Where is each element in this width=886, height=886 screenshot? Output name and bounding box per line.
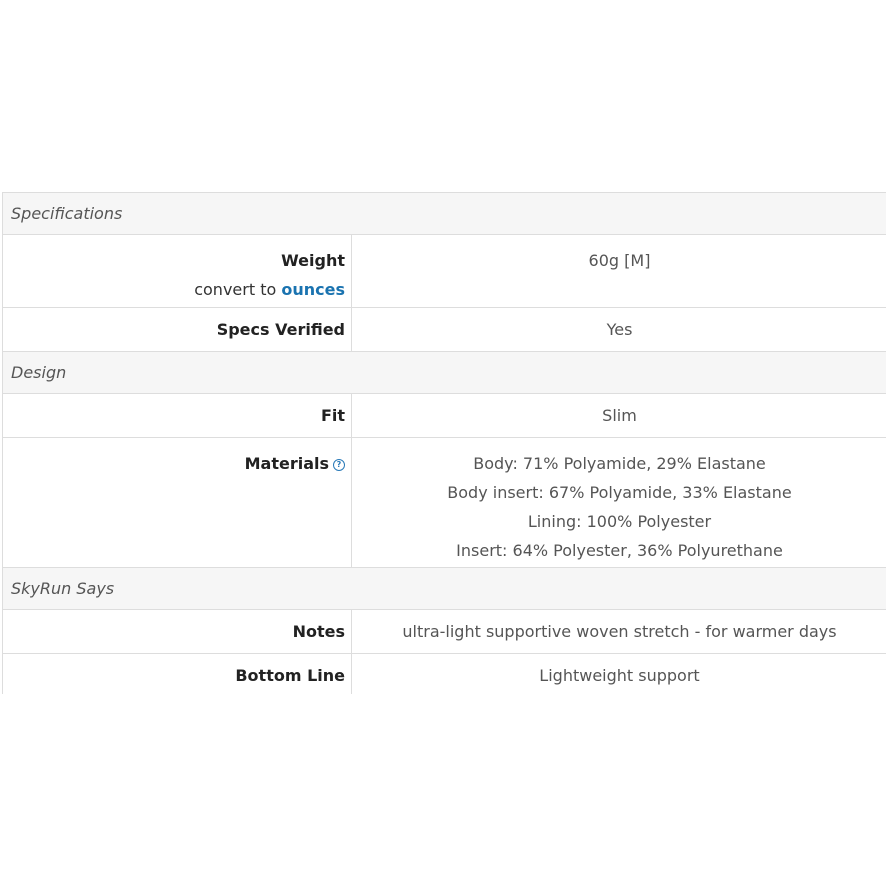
specs-table: Specifications Weight convert to ounces … bbox=[2, 192, 886, 694]
row-value: 60g [M] bbox=[588, 251, 651, 270]
row-label: Bottom Line bbox=[235, 666, 345, 685]
convert-units: convert to ounces bbox=[3, 275, 345, 304]
row-value: ultra-light supportive woven stretch - f… bbox=[402, 622, 837, 641]
row-label-cell: Fit bbox=[3, 394, 352, 437]
row-label: Notes bbox=[292, 622, 345, 641]
help-icon[interactable]: ? bbox=[333, 459, 345, 471]
material-line: Insert: 64% Polyester, 36% Polyurethane bbox=[456, 541, 783, 560]
section-header-design: Design bbox=[3, 352, 886, 394]
table-row-fit: Fit Slim bbox=[3, 394, 886, 438]
convert-prefix: convert to bbox=[194, 280, 277, 299]
convert-ounces-link[interactable]: ounces bbox=[281, 280, 345, 299]
row-label-cell: Weight convert to ounces bbox=[3, 235, 352, 307]
table-row-specs-verified: Specs Verified Yes bbox=[3, 308, 886, 352]
row-label-cell: Notes bbox=[3, 610, 352, 653]
table-row-materials: Materials? Body: 71% Polyamide, 29% Elas… bbox=[3, 438, 886, 568]
row-value: Slim bbox=[602, 406, 637, 425]
row-label: Materials bbox=[244, 454, 329, 473]
section-header-skyrun-says: SkyRun Says bbox=[3, 568, 886, 610]
section-title: Design bbox=[11, 363, 67, 382]
row-value: Lightweight support bbox=[539, 666, 700, 685]
material-line: Body insert: 67% Polyamide, 33% Elastane bbox=[447, 483, 792, 502]
row-label: Specs Verified bbox=[216, 320, 345, 339]
table-row-weight: Weight convert to ounces 60g [M] bbox=[3, 235, 886, 308]
row-label-cell: Bottom Line bbox=[3, 654, 352, 694]
row-label-cell: Materials? bbox=[3, 438, 352, 567]
row-label: Weight bbox=[281, 251, 345, 270]
table-row-bottom-line: Bottom Line Lightweight support bbox=[3, 654, 886, 694]
row-label: Fit bbox=[320, 406, 345, 425]
section-title: SkyRun Says bbox=[11, 579, 115, 598]
row-value-list: Body: 71% Polyamide, 29% Elastane Body i… bbox=[352, 438, 886, 567]
row-value: Yes bbox=[606, 320, 633, 339]
section-header-specifications: Specifications bbox=[3, 193, 886, 235]
section-title: Specifications bbox=[11, 204, 123, 223]
material-line: Body: 71% Polyamide, 29% Elastane bbox=[473, 454, 766, 473]
row-label-cell: Specs Verified bbox=[3, 308, 352, 351]
table-row-notes: Notes ultra-light supportive woven stret… bbox=[3, 610, 886, 654]
material-line: Lining: 100% Polyester bbox=[527, 512, 712, 531]
